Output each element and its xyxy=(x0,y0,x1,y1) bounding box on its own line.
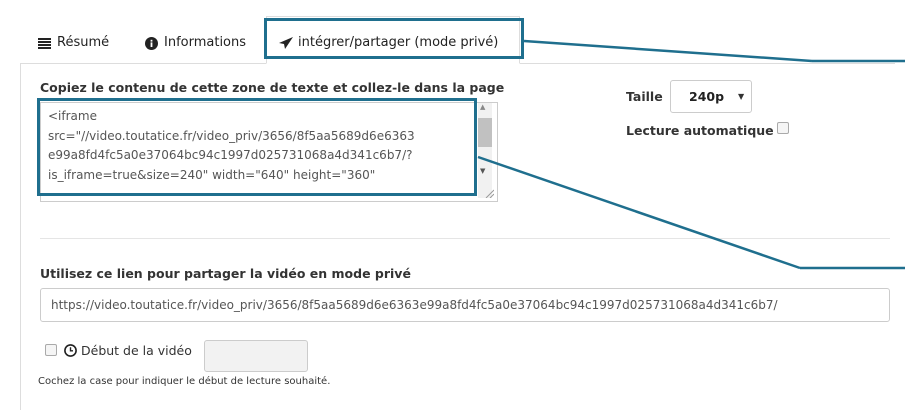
callout-lines xyxy=(477,39,905,270)
